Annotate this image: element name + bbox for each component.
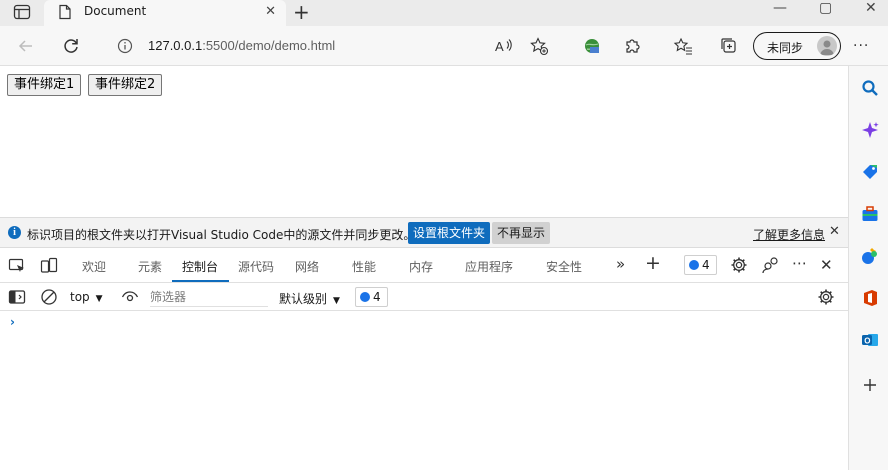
tab-application[interactable]: 应用程序	[465, 258, 513, 275]
sidebar-toggle-icon[interactable]	[8, 288, 26, 306]
more-tabs-icon[interactable]: »	[616, 255, 625, 273]
tab-elements[interactable]: 元素	[138, 258, 162, 275]
edge-sidebar: O	[848, 66, 888, 470]
set-root-folder-button[interactable]: 设置根文件夹	[408, 222, 491, 244]
toolbar-issues-icon	[360, 292, 370, 302]
dont-show-again-button[interactable]: 不再显示	[492, 222, 551, 244]
info-message: 标识项目的根文件夹以打开Visual Studio Code中的源文件并同步更改…	[27, 228, 416, 242]
extensions-puzzle-icon[interactable]	[623, 36, 643, 56]
add-favorite-icon[interactable]	[529, 36, 549, 56]
extension-globe-icon[interactable]	[582, 36, 602, 56]
url-host: 127.0.0.1	[148, 38, 203, 53]
games-icon[interactable]	[861, 247, 879, 265]
toolbar-issues-count: 4	[373, 290, 381, 304]
svg-text:O: O	[864, 336, 870, 345]
customize-more-icon[interactable]: ⋯	[792, 254, 807, 272]
info-close-icon[interactable]: ✕	[829, 224, 840, 239]
tab-welcome[interactable]: 欢迎	[82, 258, 106, 275]
profile-sync-button[interactable]: 未同步	[753, 32, 841, 60]
inspect-element-icon[interactable]	[8, 257, 26, 275]
event-bind-button-1[interactable]: 事件绑定1	[7, 74, 82, 96]
console-prompt-icon[interactable]: ›	[10, 315, 15, 329]
new-tab-button[interactable]: +	[293, 0, 310, 24]
devtools-info-bar: i 标识项目的根文件夹以打开Visual Studio Code中的源文件并同步…	[0, 217, 848, 248]
address-bar: 127.0.0.1:5500/demo/demo.html A 未同步 ···	[0, 26, 888, 66]
tab-performance[interactable]: 性能	[352, 258, 376, 275]
title-bar: Document ✕ + — ▢ ✕	[0, 0, 888, 26]
avatar	[817, 36, 837, 56]
learn-more-link[interactable]: 了解更多信息	[753, 226, 825, 243]
clear-console-icon[interactable]	[40, 288, 58, 306]
tab-console[interactable]: 控制台	[182, 258, 218, 275]
site-info-icon[interactable]	[114, 35, 136, 57]
info-icon: i	[8, 226, 21, 239]
back-arrow-icon[interactable]	[15, 35, 37, 57]
tab-memory[interactable]: 内存	[409, 258, 433, 275]
minimize-button[interactable]: —	[773, 0, 787, 16]
url-field[interactable]: 127.0.0.1:5500/demo/demo.html	[148, 38, 335, 53]
browser-window: Document ✕ + — ▢ ✕ 127.0.0.1:5500/demo/d…	[0, 0, 888, 470]
console-settings-gear-icon[interactable]	[817, 288, 835, 306]
tab-security[interactable]: 安全性	[546, 258, 582, 275]
settings-more-icon[interactable]: ···	[853, 38, 869, 54]
tab-network[interactable]: 网络	[295, 258, 319, 275]
settings-gear-icon[interactable]	[730, 256, 748, 274]
copilot-sparkle-icon[interactable]	[861, 121, 879, 139]
devtools-panel: 欢迎 元素 控制台 源代码 网络 性能 内存 应用程序 安全性 » + 4 ⋯ …	[0, 248, 848, 470]
window-close-button[interactable]: ✕	[865, 0, 877, 16]
profile-label: 未同步	[767, 41, 804, 55]
level-caret-icon: ▼	[333, 296, 340, 306]
context-selector[interactable]: top ▼	[70, 290, 103, 304]
user-avatar-icon	[820, 40, 834, 55]
console-toolbar: top ▼ 默认级别 ▼ 4	[0, 283, 848, 311]
shopping-tag-icon[interactable]	[861, 163, 879, 181]
tab-sources[interactable]: 源代码	[238, 258, 274, 275]
filter-input[interactable]	[150, 287, 268, 307]
favorites-icon[interactable]	[673, 36, 693, 56]
issues-message-icon	[689, 260, 699, 270]
live-expression-eye-icon[interactable]	[121, 288, 139, 306]
read-aloud-icon[interactable]: A	[494, 36, 514, 56]
tab-close-icon[interactable]: ✕	[265, 4, 276, 19]
context-value: top	[70, 290, 90, 304]
document-icon	[59, 4, 71, 20]
issues-count: 4	[702, 258, 710, 272]
context-caret-icon: ▼	[95, 294, 103, 304]
outlook-icon[interactable]: O	[861, 331, 879, 349]
search-icon[interactable]	[861, 79, 879, 97]
add-tool-button[interactable]: +	[645, 252, 661, 274]
office-icon[interactable]	[861, 289, 879, 307]
feedback-people-icon[interactable]	[762, 256, 780, 274]
page-viewport: 事件绑定1 事件绑定2	[0, 66, 848, 217]
active-tab-indicator	[172, 280, 229, 282]
log-level-value: 默认级别	[279, 292, 328, 306]
refresh-icon[interactable]	[60, 35, 82, 57]
browser-tab[interactable]: Document ✕	[44, 0, 286, 26]
tab-actions-icon[interactable]	[13, 4, 31, 20]
tools-briefcase-icon[interactable]	[861, 205, 879, 223]
devtools-tab-bar: 欢迎 元素 控制台 源代码 网络 性能 内存 应用程序 安全性 » + 4 ⋯ …	[0, 248, 848, 283]
url-path: :5500/demo/demo.html	[202, 38, 336, 53]
devtools-close-icon[interactable]: ✕	[820, 256, 833, 274]
device-emulation-icon[interactable]	[40, 257, 58, 275]
event-bind-button-2[interactable]: 事件绑定2	[88, 74, 163, 96]
svg-text:A: A	[495, 39, 504, 54]
toolbar-issues-badge[interactable]: 4	[355, 287, 388, 307]
issues-badge[interactable]: 4	[684, 255, 717, 275]
tab-title: Document	[84, 4, 147, 18]
log-level-selector[interactable]: 默认级别 ▼	[279, 290, 340, 307]
add-sidebar-app-icon[interactable]	[861, 376, 879, 394]
collections-icon[interactable]	[719, 36, 739, 56]
maximize-button[interactable]: ▢	[819, 0, 832, 16]
